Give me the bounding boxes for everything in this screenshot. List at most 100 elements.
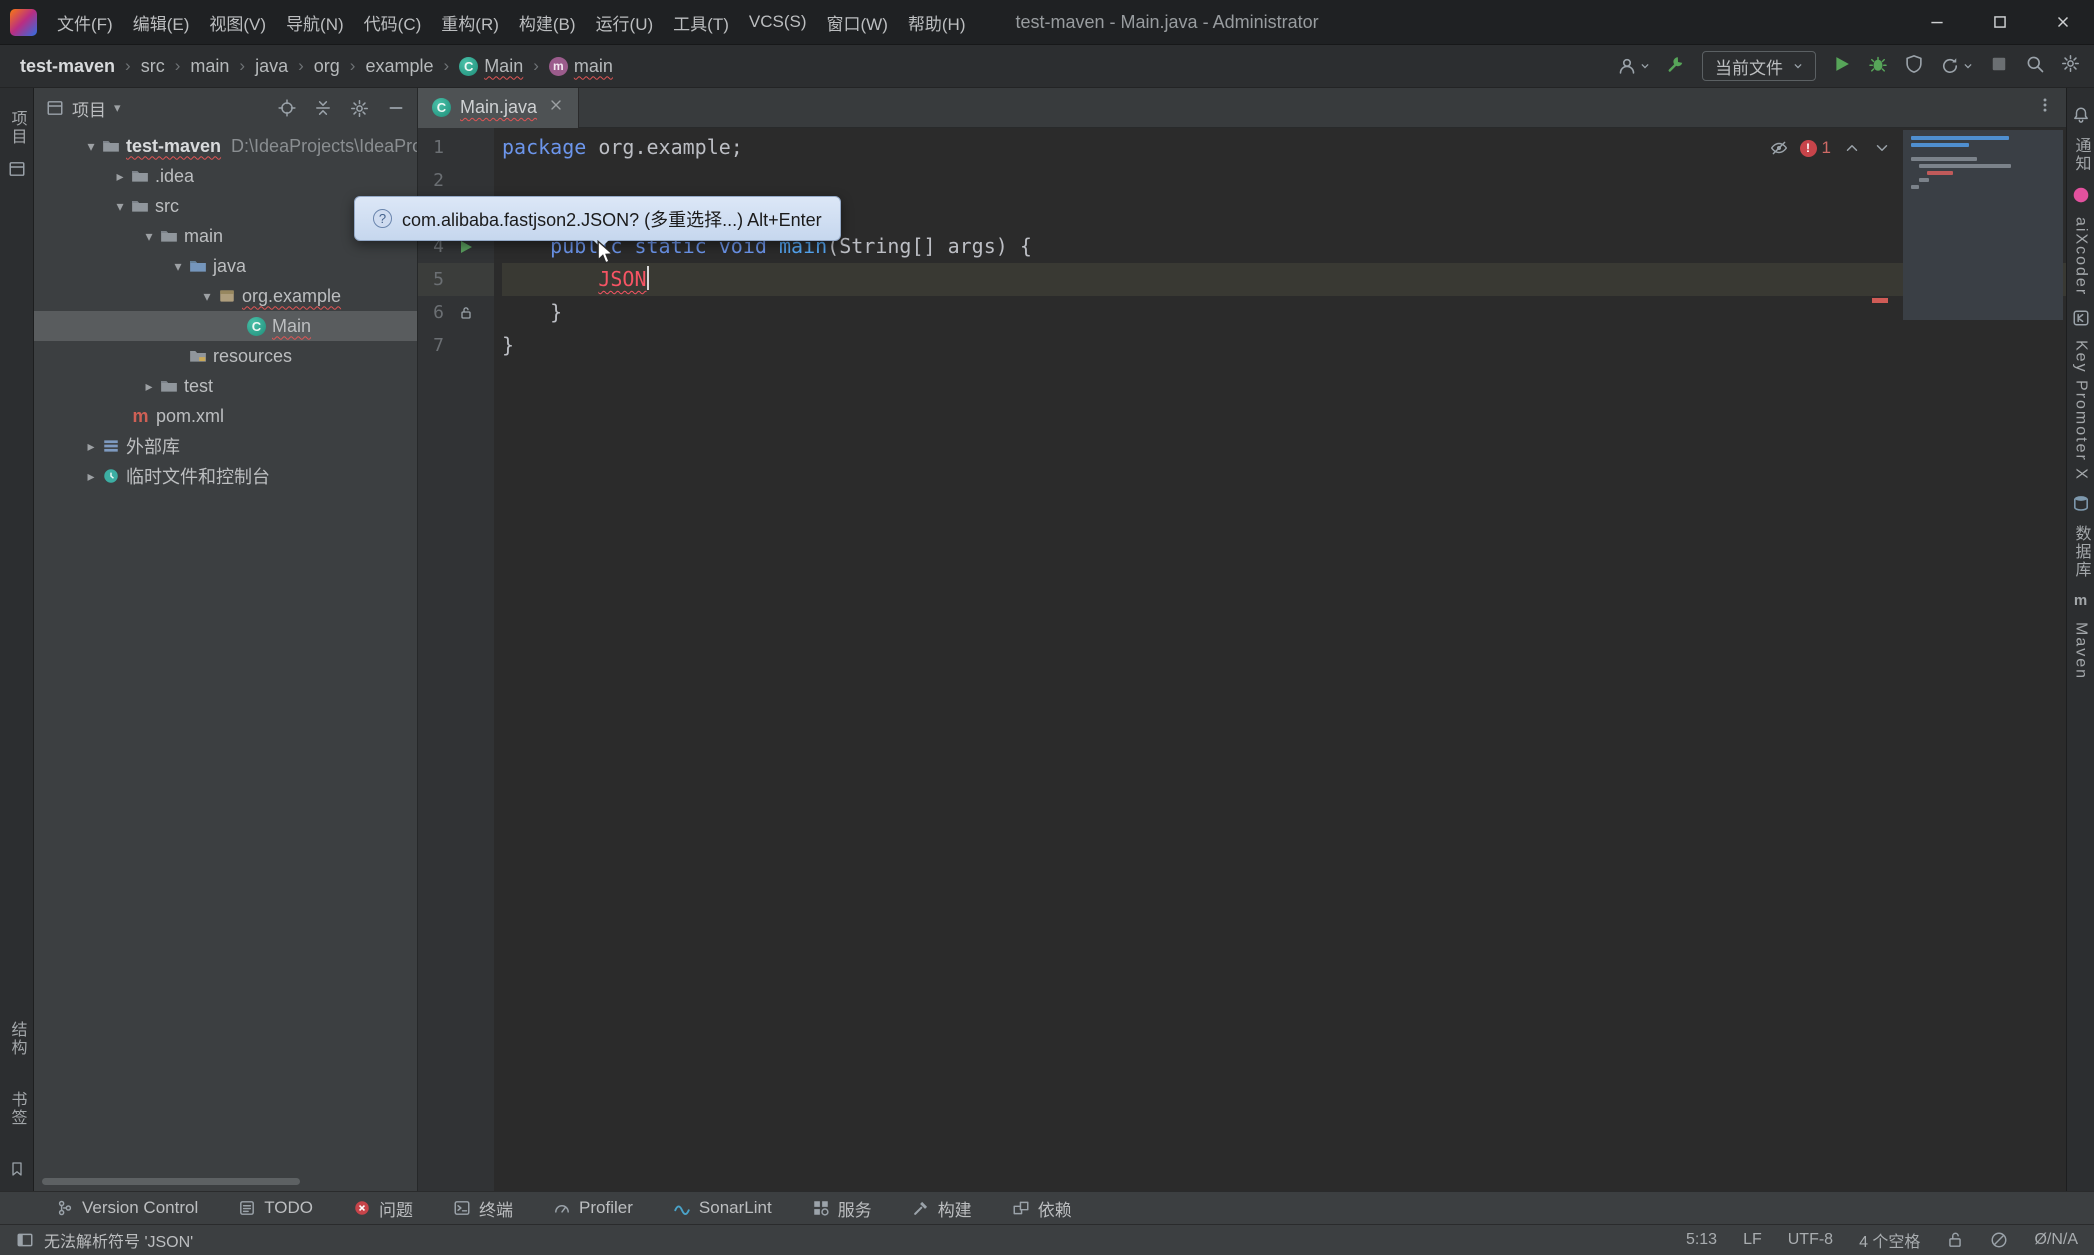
no-inspection-profile-icon[interactable] xyxy=(1990,1231,2008,1249)
error-count-badge[interactable]: ! 1 xyxy=(1800,138,1831,158)
build-project-button[interactable] xyxy=(1666,54,1686,79)
tool-window-button-终端[interactable]: 终端 xyxy=(453,1196,513,1221)
menu-item[interactable]: 编辑(E) xyxy=(123,0,200,44)
tree-item-临时文件和控制台[interactable]: ▸临时文件和控制台 xyxy=(34,461,417,491)
collapse-all-icon[interactable] xyxy=(314,99,332,117)
project-panel-title[interactable]: 项目 xyxy=(72,96,106,121)
rerun-button[interactable] xyxy=(1940,56,1973,76)
menu-item[interactable]: 导航(N) xyxy=(276,0,354,44)
menu-item[interactable]: 文件(F) xyxy=(47,0,123,44)
tree-item-org.example[interactable]: ▾org.example xyxy=(34,281,417,311)
code-line-2[interactable] xyxy=(502,164,2066,197)
chevron-right-icon[interactable]: ▸ xyxy=(80,438,102,455)
menu-item[interactable]: 工具(T) xyxy=(663,0,739,44)
tool-stripe-project[interactable]: 项目 xyxy=(5,110,29,146)
status-widget[interactable]: UTF-8 xyxy=(1788,1231,1833,1249)
tool-stripe-数据库[interactable]: 数据库 xyxy=(2069,525,2093,579)
highlighting-level-icon[interactable] xyxy=(1770,139,1788,157)
run-config-selector[interactable]: 当前文件 xyxy=(1702,51,1816,81)
breadcrumb-main[interactable]: mmain xyxy=(547,54,615,79)
menu-item[interactable]: 窗口(W) xyxy=(817,0,898,44)
lock-gutter-icon[interactable] xyxy=(444,305,488,321)
tool-window-button-Version Control[interactable]: Version Control xyxy=(56,1198,198,1218)
maximize-button[interactable] xyxy=(1968,0,2031,44)
tree-item-.idea[interactable]: ▸.idea xyxy=(34,161,417,191)
chevron-right-icon[interactable]: ▸ xyxy=(80,468,102,485)
menu-item[interactable]: VCS(S) xyxy=(739,0,817,44)
tool-stripe-structure[interactable]: 结构 xyxy=(5,1021,29,1057)
status-widget[interactable]: 4 个空格 xyxy=(1859,1228,1920,1252)
next-error-icon[interactable] xyxy=(1873,139,1891,157)
minimap[interactable] xyxy=(1903,130,2063,320)
memory-indicator[interactable]: Ø/N/A xyxy=(2034,1231,2078,1249)
status-widget[interactable]: LF xyxy=(1743,1231,1762,1249)
code-line-6[interactable]: } xyxy=(502,296,2066,329)
write-access-icon[interactable] xyxy=(1946,1231,1964,1249)
close-tab-icon[interactable] xyxy=(548,97,564,118)
menu-item[interactable]: 重构(R) xyxy=(431,0,509,44)
menu-item[interactable]: 代码(C) xyxy=(354,0,432,44)
chevron-down-icon[interactable]: ▾ xyxy=(80,138,102,155)
settings-button[interactable] xyxy=(2061,54,2080,78)
editor[interactable]: 1234567 package org.example;public class… xyxy=(418,128,2066,1191)
breadcrumb-main[interactable]: main xyxy=(188,54,231,79)
menu-item[interactable]: 帮助(H) xyxy=(898,0,976,44)
breadcrumb-Main[interactable]: CMain xyxy=(457,54,525,79)
error-stripe-mark[interactable] xyxy=(1872,298,1888,303)
run-button[interactable] xyxy=(1832,54,1852,79)
tool-window-button-SonarLint[interactable]: SonarLint xyxy=(673,1198,772,1218)
code-line-7[interactable]: } xyxy=(502,329,2066,362)
chevron-down-icon[interactable]: ▾ xyxy=(114,100,121,116)
previous-error-icon[interactable] xyxy=(1843,139,1861,157)
tool-stripe-Maven[interactable]: Maven xyxy=(2072,622,2090,680)
tree-item-resources[interactable]: resources xyxy=(34,341,417,371)
status-widget[interactable]: 5:13 xyxy=(1686,1231,1717,1249)
breadcrumb-org[interactable]: org xyxy=(312,54,342,79)
tool-stripe-aiXcoder[interactable]: aiXcoder xyxy=(2072,217,2090,296)
chevron-down-icon[interactable]: ▾ xyxy=(138,228,160,245)
stop-button[interactable] xyxy=(1989,54,2009,79)
breadcrumb-src[interactable]: src xyxy=(139,54,167,79)
chevron-down-icon[interactable]: ▾ xyxy=(196,288,218,305)
close-button[interactable] xyxy=(2031,0,2094,44)
menu-item[interactable]: 运行(U) xyxy=(586,0,664,44)
code-area[interactable]: package org.example;public class Main { … xyxy=(494,128,2066,1191)
user-menu-button[interactable] xyxy=(1617,56,1650,76)
code-line-5[interactable]: JSON xyxy=(502,263,2066,296)
editor-tab-main-java[interactable]: C Main.java xyxy=(418,88,579,128)
select-opened-file-icon[interactable] xyxy=(278,99,296,117)
chevron-right-icon[interactable]: ▸ xyxy=(138,378,160,395)
debug-button[interactable] xyxy=(1868,54,1888,79)
horizontal-scrollbar[interactable] xyxy=(42,1178,300,1185)
tool-stripe-Key Promoter X[interactable]: Key Promoter X xyxy=(2072,340,2090,481)
search-everywhere-button[interactable] xyxy=(2025,54,2045,79)
menu-item[interactable]: 视图(V) xyxy=(199,0,276,44)
chevron-down-icon[interactable]: ▾ xyxy=(109,198,131,215)
tool-stripe-通知[interactable]: 通知 xyxy=(2069,137,2093,173)
tool-window-button-依赖[interactable]: 依赖 xyxy=(1012,1196,1072,1221)
tree-item-java[interactable]: ▾java xyxy=(34,251,417,281)
project-tool-icon[interactable] xyxy=(8,160,26,178)
coverage-button[interactable] xyxy=(1904,54,1924,79)
tool-window-button-服务[interactable]: 服务 xyxy=(812,1196,872,1221)
tool-window-button-构建[interactable]: 构建 xyxy=(912,1196,972,1221)
tree-item-test-maven[interactable]: ▾test-mavenD:\IdeaProjects\IdeaProje xyxy=(34,131,417,161)
tool-window-button-Profiler[interactable]: Profiler xyxy=(553,1198,633,1218)
breadcrumb-example[interactable]: example xyxy=(363,54,435,79)
tree-item-外部库[interactable]: ▸外部库 xyxy=(34,431,417,461)
breadcrumb-test-maven[interactable]: test-maven xyxy=(18,54,117,79)
breadcrumb-java[interactable]: java xyxy=(253,54,290,79)
hide-panel-icon[interactable] xyxy=(387,99,405,117)
menu-item[interactable]: 构建(B) xyxy=(509,0,586,44)
tree-item-pom.xml[interactable]: mpom.xml xyxy=(34,401,417,431)
quickfix-tooltip[interactable]: ? com.alibaba.fastjson2.JSON? (多重选择...) … xyxy=(354,196,841,241)
bookmark-icon[interactable] xyxy=(9,1161,25,1177)
tool-window-button-问题[interactable]: 问题 xyxy=(353,1196,413,1221)
tree-item-test[interactable]: ▸test xyxy=(34,371,417,401)
gear-icon[interactable] xyxy=(350,99,369,118)
tab-options-icon[interactable] xyxy=(2036,96,2066,119)
tree-item-Main[interactable]: CMain xyxy=(34,311,417,341)
chevron-right-icon[interactable]: ▸ xyxy=(109,168,131,185)
chevron-down-icon[interactable]: ▾ xyxy=(167,258,189,275)
tool-stripe-bookmarks[interactable]: 书签 xyxy=(5,1091,29,1127)
